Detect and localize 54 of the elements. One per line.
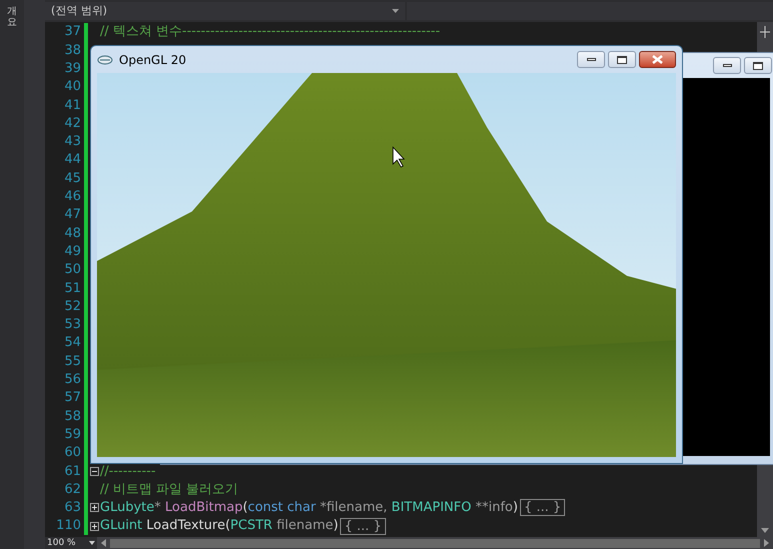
scope-dropdown[interactable]: (전역 범위) (45, 2, 405, 20)
line-number: 57 (63, 389, 82, 408)
line-number: 60 (63, 444, 82, 462)
line-number: 50 (63, 261, 82, 280)
line-number: 51 (63, 280, 82, 298)
close-icon (652, 55, 663, 64)
maximize-button[interactable] (744, 57, 772, 74)
line-number: 46 (63, 188, 82, 206)
line-number: 43 (63, 133, 82, 152)
expand-icon[interactable] (90, 503, 98, 512)
line-number: 41 (63, 96, 82, 115)
caret-icon (392, 9, 399, 13)
window-title: OpenGL 20 (119, 52, 186, 68)
code-line: GLubyte* LoadBitmap(const char *filename, BITMAPINFO **info) { ... } (100, 498, 566, 518)
line-number: 40 (63, 78, 82, 96)
line-number: 52 (63, 298, 82, 316)
line-number: 47 (63, 206, 82, 224)
line-number: 45 (63, 170, 82, 188)
scroll-left-icon[interactable] (101, 539, 106, 547)
line-number: 56 (63, 371, 82, 390)
line-number: 39 (63, 60, 82, 78)
line-number: 49 (63, 242, 82, 261)
app-icon (97, 54, 113, 64)
close-button[interactable] (639, 51, 676, 68)
code-line: //---------- (100, 462, 156, 481)
line-number: 63 (63, 499, 82, 518)
line-number: 62 (63, 480, 82, 499)
line-number: 37 (63, 23, 82, 42)
line-number: 38 (63, 42, 82, 60)
line-number: 53 (63, 316, 82, 334)
line-number: 55 (63, 352, 82, 371)
line-number: 44 (63, 151, 82, 170)
maximize-button[interactable] (608, 51, 636, 68)
scroll-right-icon[interactable] (764, 539, 769, 547)
line-number: 110 (55, 517, 82, 536)
line-number: 61 (63, 462, 82, 481)
minimize-button[interactable] (577, 51, 605, 68)
splitter-icon[interactable] (760, 26, 770, 38)
outline-tab[interactable]: 개요 (7, 6, 17, 28)
zoom-dropdown[interactable]: 100 % (45, 537, 97, 549)
scroll-thumb[interactable] (110, 538, 760, 548)
line-number: 48 (63, 224, 82, 243)
collapse-icon[interactable] (90, 466, 98, 476)
line-number: 59 (63, 426, 82, 444)
line-number: 42 (63, 114, 82, 133)
expand-icon[interactable] (90, 522, 98, 531)
line-number: 54 (63, 334, 82, 352)
scroll-down-icon[interactable] (761, 528, 769, 533)
minimize-button[interactable] (713, 57, 741, 74)
line-number: 58 (63, 408, 82, 426)
code-line: // 비트맵 파일 불러오기 (100, 480, 238, 499)
code-line: // 텍스쳐 변수------------------------------------------------------- (100, 23, 440, 42)
code-line: GLuint LoadTexture(PCSTR filename) { ... } (100, 516, 386, 536)
caret-icon (89, 541, 95, 545)
